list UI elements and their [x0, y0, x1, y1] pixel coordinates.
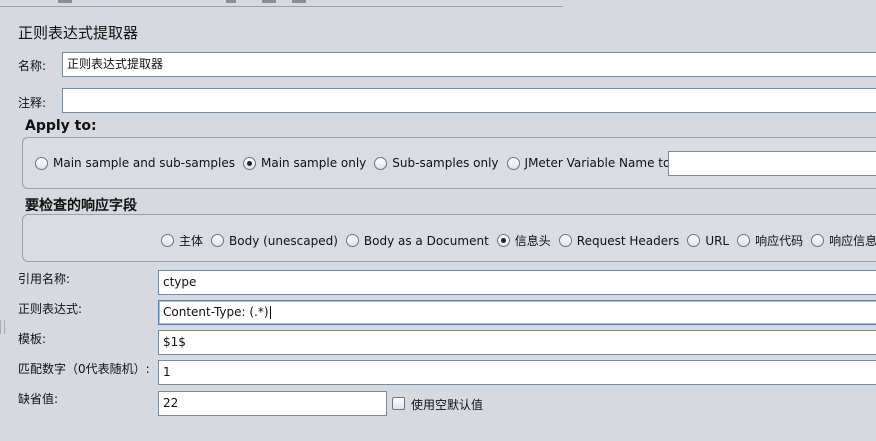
- radio-body-as-document[interactable]: [345, 234, 359, 247]
- default-value-field[interactable]: 22: [158, 391, 387, 416]
- radio-label[interactable]: 响应代码: [755, 232, 803, 249]
- apply-to-title: Apply to:: [25, 118, 97, 134]
- radio-jmeter-variable[interactable]: [506, 156, 520, 170]
- default-value-label: 缺省值:: [18, 392, 59, 406]
- toolbar-icon[interactable]: [262, 0, 276, 3]
- radio-response-message[interactable]: [811, 234, 825, 247]
- radio-request-headers[interactable]: [558, 234, 572, 247]
- radio-main-and-sub[interactable]: [35, 156, 48, 170]
- empty-default-checkbox[interactable]: [392, 397, 405, 410]
- response-field-options: 主体 Body (unescaped) Body as a Document 信…: [161, 232, 876, 249]
- empty-default-label[interactable]: 使用空默认值: [411, 396, 483, 413]
- radio-label[interactable]: 响应信息: [829, 232, 876, 249]
- radio-label[interactable]: 主体: [179, 232, 203, 249]
- response-field-title: 要检查的响应字段: [25, 198, 137, 214]
- radio-label[interactable]: Body (unescaped): [229, 234, 338, 248]
- radio-label[interactable]: Sub-samples only: [392, 156, 498, 170]
- text-caret: [269, 306, 271, 319]
- toolbar-icon[interactable]: [58, 0, 72, 3]
- toolbar-icon[interactable]: [226, 0, 236, 3]
- radio-label[interactable]: Request Headers: [577, 234, 680, 248]
- reference-name-label: 引用名称:: [18, 272, 71, 286]
- page-title: 正则表达式提取器: [18, 24, 139, 42]
- apply-to-options: Main sample and sub-samples Main sample …: [35, 156, 703, 170]
- regex-value: Content-Type: (.*): [163, 305, 269, 319]
- template-field[interactable]: $1$: [158, 330, 876, 355]
- radio-body[interactable]: [161, 234, 174, 247]
- toolbar-icon[interactable]: [292, 0, 306, 3]
- match-no-label: 匹配数字（0代表随机）:: [18, 362, 150, 376]
- radio-label[interactable]: URL: [705, 234, 729, 248]
- radio-label[interactable]: Body as a Document: [364, 234, 489, 248]
- reference-name-field[interactable]: ctype: [158, 270, 876, 295]
- radio-label[interactable]: Main sample only: [261, 156, 366, 170]
- comment-field[interactable]: [62, 88, 876, 113]
- divider: [0, 6, 563, 7]
- template-label: 模板:: [18, 332, 47, 346]
- name-label: 名称:: [18, 59, 47, 73]
- comment-label: 注释:: [18, 96, 47, 110]
- regex-label: 正则表达式:: [18, 302, 83, 316]
- regex-field[interactable]: Content-Type: (.*): [158, 300, 876, 325]
- radio-label[interactable]: Main sample and sub-samples: [53, 156, 235, 170]
- radio-main-only[interactable]: [242, 156, 256, 170]
- name-field[interactable]: 正则表达式提取器: [62, 52, 876, 77]
- radio-sub-only[interactable]: [374, 156, 388, 170]
- radio-url[interactable]: [687, 234, 701, 247]
- radio-response-code[interactable]: [737, 234, 751, 247]
- radio-headers[interactable]: [496, 234, 510, 247]
- match-no-field[interactable]: 1: [158, 360, 876, 385]
- splitter-handle[interactable]: [0, 320, 5, 334]
- jmeter-variable-input[interactable]: [668, 151, 876, 176]
- radio-body-unescaped[interactable]: [211, 234, 225, 247]
- radio-label[interactable]: 信息头: [515, 232, 551, 249]
